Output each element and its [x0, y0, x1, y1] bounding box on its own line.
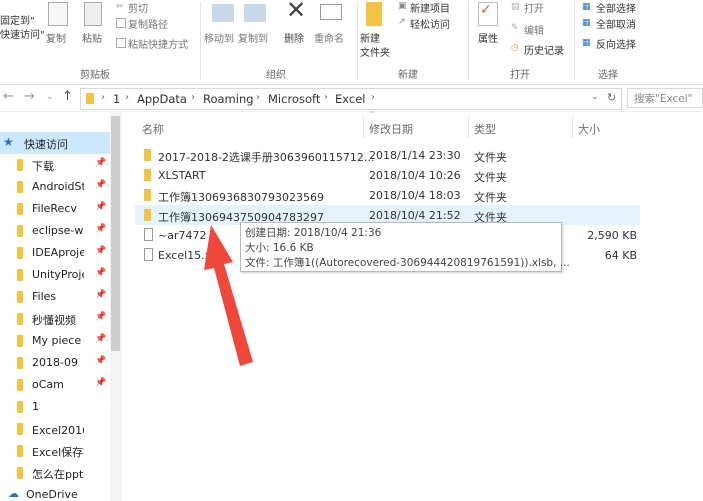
- annotation-arrow: [204, 225, 253, 366]
- red-arrow-icon: [204, 225, 253, 366]
